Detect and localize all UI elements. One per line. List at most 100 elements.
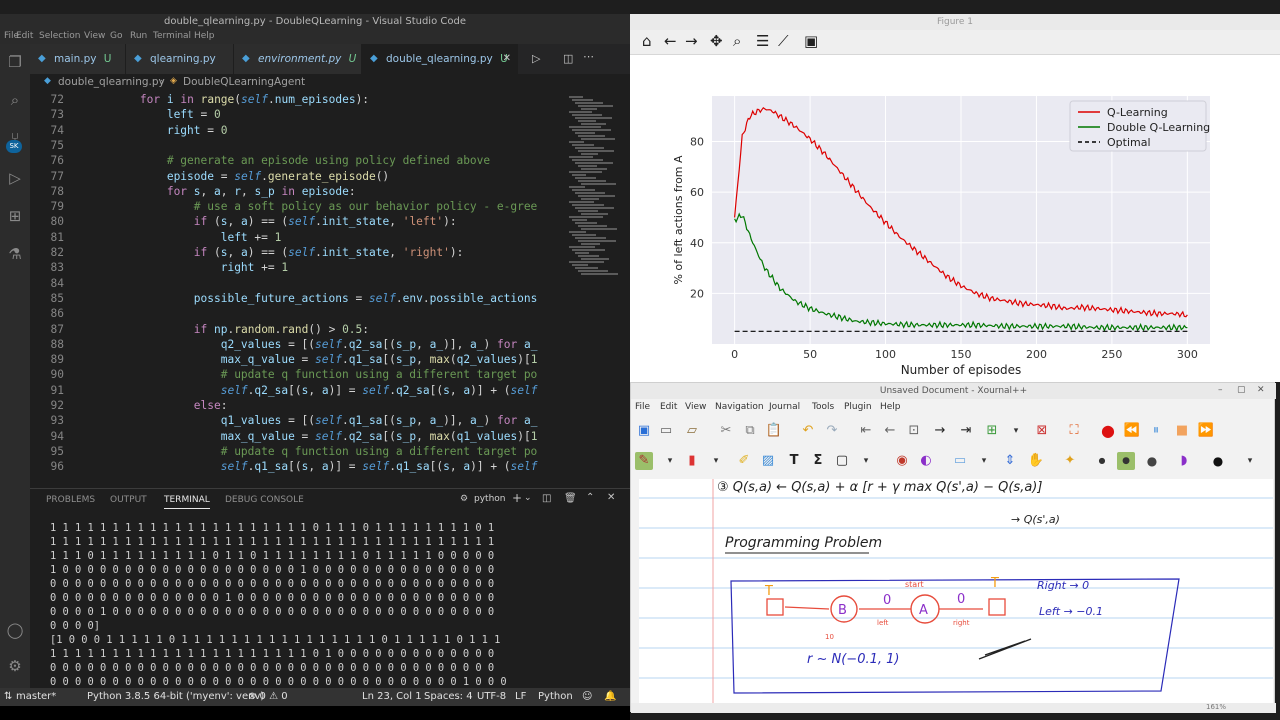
menu-navigation[interactable]: Navigation — [715, 402, 764, 412]
chevron-down-icon[interactable]: ⌄ — [524, 493, 532, 503]
code-line[interactable]: possible_future_actions = self.env.possi… — [86, 292, 538, 305]
undo-icon[interactable]: ↶ — [799, 422, 817, 440]
manage-gear-icon[interactable]: ⚙ — [5, 656, 25, 676]
insert-page-icon[interactable]: ⊞ — [983, 422, 1001, 440]
new-page-icon[interactable]: ▭ — [657, 422, 675, 440]
code-line[interactable]: if np.random.rand() > 0.5: — [86, 323, 369, 336]
stop-icon[interactable]: ■ — [1173, 422, 1191, 440]
code-line[interactable]: max_q_value = self.q1_sa[(s_p, max(q2_va… — [86, 353, 538, 366]
redo-icon[interactable]: ↷ — [823, 422, 841, 440]
accounts-icon[interactable]: ◯ — [5, 620, 25, 640]
paste-icon[interactable]: 📋 — [765, 422, 783, 440]
eraser-icon[interactable]: ▮ — [683, 452, 701, 470]
code-line[interactable]: # generate an episode using policy defin… — [86, 154, 490, 167]
shape-recognizer-icon[interactable]: ◉ — [893, 452, 911, 470]
hand-icon[interactable]: ✋ — [1027, 452, 1045, 470]
pen-icon[interactable]: ✎ — [635, 452, 653, 470]
forward-icon[interactable]: → — [685, 32, 698, 50]
explorer-icon[interactable]: ❐ — [5, 52, 25, 72]
menu-go[interactable]: Go — [110, 31, 122, 41]
first-page-icon[interactable]: ⇤ — [857, 422, 875, 440]
open-folder-icon[interactable]: ▱ — [683, 422, 701, 440]
menu-run[interactable]: Run — [130, 31, 147, 41]
code-line[interactable]: for s, a, r, s_p in episode: — [86, 185, 356, 198]
chevron-down-icon[interactable]: ▾ — [707, 452, 725, 470]
code-line[interactable]: left += 1 — [86, 231, 282, 244]
maximize-panel-icon[interactable]: ⌃ — [586, 492, 594, 503]
fullscreen-icon[interactable]: ⛶ — [1065, 422, 1083, 440]
close-icon[interactable]: ✕ — [1257, 385, 1265, 395]
pan-icon[interactable]: ✥ — [710, 32, 723, 50]
code-line[interactable]: episode = self.generate_episode() — [86, 170, 389, 183]
trash-icon[interactable]: 🗑 — [564, 493, 577, 504]
code-line[interactable]: if (s, a) == (self.init_state, 'left'): — [86, 215, 457, 228]
fine-dot-icon[interactable]: ● — [1093, 452, 1111, 470]
close-panel-icon[interactable]: ✕ — [607, 492, 615, 503]
chevron-down-icon[interactable]: ▾ — [1007, 422, 1025, 440]
menu-file[interactable]: File — [635, 402, 650, 412]
python-interpreter[interactable]: Python 3.8.5 64-bit ('myenv': venv) — [87, 691, 264, 702]
fast-forward-icon[interactable]: ⏩ — [1197, 422, 1215, 440]
pause-icon[interactable]: ⏸ — [1147, 422, 1165, 440]
thick-dot-icon[interactable]: ● — [1143, 452, 1161, 470]
chevron-down-icon[interactable]: ▾ — [975, 452, 993, 470]
code-line[interactable]: else: — [86, 399, 228, 412]
breadcrumb-file[interactable]: double_qlearning.py — [58, 76, 165, 88]
delete-page-icon[interactable]: ⊠ — [1033, 422, 1051, 440]
back-icon[interactable]: ← — [664, 32, 677, 50]
code-line[interactable]: self.q1_sa[(s, a)] = self.q1_sa[(s, a)] … — [86, 460, 538, 473]
code-line[interactable]: # update q function using a different ta… — [86, 368, 538, 381]
text-tool-icon[interactable]: T — [785, 452, 803, 470]
maximize-icon[interactable]: ▢ — [1237, 385, 1246, 395]
code-line[interactable]: max_q_value = self.q2_sa[(s_p, max(q1_va… — [86, 430, 538, 443]
code-line[interactable]: right = 0 — [86, 124, 228, 137]
more-actions-icon[interactable]: ⋯ — [583, 50, 594, 63]
terminal-shell-label[interactable]: python — [474, 494, 505, 504]
panel-tab-problems[interactable]: PROBLEMS — [46, 495, 95, 505]
home-icon[interactable]: ⌂ — [642, 32, 652, 50]
git-branch[interactable]: master* — [16, 691, 56, 702]
menu-edit[interactable]: Edit — [660, 402, 677, 412]
new-terminal-icon[interactable]: + — [512, 491, 522, 505]
minimap[interactable] — [565, 92, 630, 484]
zoom-icon[interactable]: ⌕ — [733, 32, 741, 50]
cut-icon[interactable]: ✂ — [717, 422, 735, 440]
vertical-space-icon[interactable]: ⇕ — [1001, 452, 1019, 470]
run-python-icon[interactable]: ▷ — [532, 52, 540, 65]
configure-icon[interactable]: ☰ — [756, 32, 769, 50]
line-ending[interactable]: LF — [515, 691, 526, 702]
tab-main-py[interactable]: ◆ main.py U — [30, 44, 126, 74]
image-icon[interactable]: ▨ — [759, 452, 777, 470]
cursor-position[interactable]: Ln 23, Col 1 — [362, 691, 422, 702]
previous-page-icon[interactable]: ← — [881, 422, 899, 440]
panel-tab-output[interactable]: OUTPUT — [110, 495, 147, 505]
terminal-output[interactable]: 1 1 1 1 1 1 1 1 1 1 1 1 1 1 1 1 1 1 1 1 … — [50, 521, 620, 703]
code-line[interactable]: right += 1 — [86, 261, 288, 274]
panel-tab-debug-console[interactable]: DEBUG CONSOLE — [225, 495, 304, 505]
record-icon[interactable]: ● — [1099, 422, 1117, 440]
chevron-down-icon[interactable]: ▾ — [1241, 452, 1259, 470]
tab-qlearning-py[interactable]: ◆ qlearning.py — [126, 44, 234, 74]
save-icon[interactable]: ▣ — [804, 32, 818, 50]
color-black-icon[interactable]: ● — [1209, 452, 1227, 470]
split-terminal-icon[interactable]: ◫ — [542, 493, 551, 504]
tab-environment-py[interactable]: ◆ environment.py U — [234, 44, 362, 74]
panel-tab-terminal[interactable]: TERMINAL — [164, 495, 210, 509]
breadcrumb-symbol[interactable]: DoubleQLearningAgent — [183, 76, 305, 88]
code-line[interactable]: for i in range(self.num_episodes): — [86, 93, 369, 106]
menu-help[interactable]: Help — [880, 402, 901, 412]
code-line[interactable]: if (s, a) == (self.init_state, 'right'): — [86, 246, 464, 259]
close-icon[interactable]: ✕ — [503, 44, 511, 74]
medium-dot-icon[interactable]: ● — [1117, 452, 1135, 470]
chart[interactable]: 0 50 100 150 200 250 300 20 40 60 80 Number of epis… — [630, 54, 1280, 382]
color-fill-icon[interactable]: ◗ — [1175, 452, 1193, 470]
menu-selection[interactable]: Selection — [39, 31, 80, 41]
save-icon[interactable]: ▣ — [635, 422, 653, 440]
encoding[interactable]: UTF-8 — [477, 691, 506, 702]
menu-view[interactable]: View — [685, 402, 706, 412]
split-editor-icon[interactable]: ◫ — [563, 52, 573, 65]
rectangle-icon[interactable]: ▢ — [833, 452, 851, 470]
indentation[interactable]: Spaces: 4 — [424, 691, 473, 702]
note-page[interactable]: ③ Q(s,a) ← Q(s,a) + α [r + γ max Q(s',a)… — [639, 479, 1273, 704]
remote-icon[interactable]: ⇅ — [4, 691, 12, 702]
